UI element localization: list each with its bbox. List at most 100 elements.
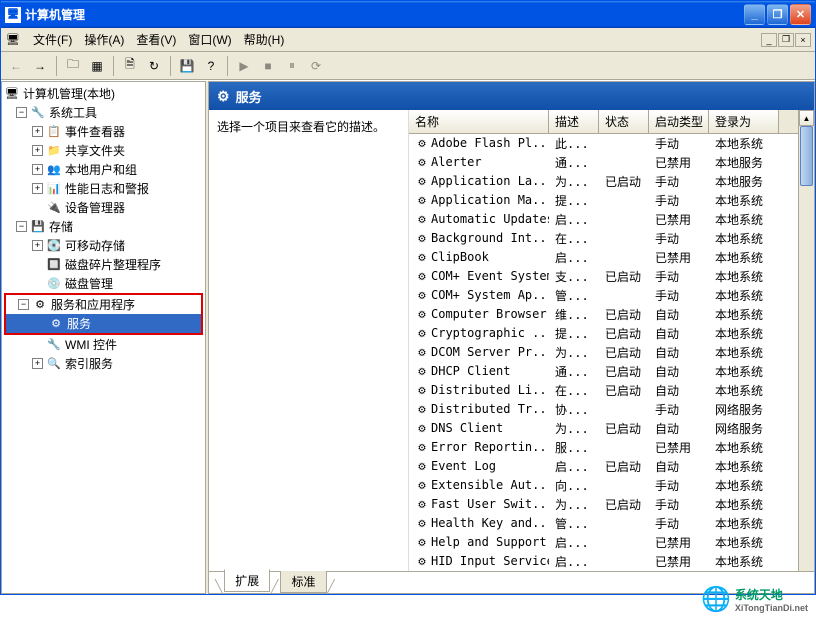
expand-icon[interactable]: + bbox=[32, 240, 43, 251]
service-row[interactable]: ⚙Fast User Swit...为...已启动手动本地系统 bbox=[409, 495, 798, 514]
service-row[interactable]: ⚙Computer Browser维...已启动自动本地系统 bbox=[409, 305, 798, 324]
scroll-up-button[interactable]: ▲ bbox=[799, 110, 814, 126]
col-logon[interactable]: 登录为 bbox=[709, 110, 779, 133]
menu-help[interactable]: 帮助(H) bbox=[238, 29, 291, 50]
tree-perf-logs[interactable]: + 📊 性能日志和警报 bbox=[4, 179, 203, 198]
minimize-button[interactable]: _ bbox=[744, 4, 765, 25]
back-button[interactable]: ← bbox=[5, 55, 27, 77]
tree-services[interactable]: ⚙ 服务 bbox=[6, 314, 201, 333]
event-icon: 📋 bbox=[46, 124, 62, 140]
mdi-minimize-button[interactable]: _ bbox=[761, 33, 777, 47]
gear-icon: ⚙ bbox=[415, 460, 429, 474]
tab-standard[interactable]: 标准 bbox=[280, 571, 326, 593]
tree-event-viewer[interactable]: + 📋 事件查看器 bbox=[4, 122, 203, 141]
up-button[interactable]: 🗀 bbox=[62, 55, 84, 77]
service-row[interactable]: ⚙Help and Support启...已禁用本地系统 bbox=[409, 533, 798, 552]
content-area: 🖥 计算机管理(本地) − 🔧 系统工具 + 📋 事件查看器 + 📁 共享文件夹… bbox=[1, 80, 815, 594]
mdi-restore-button[interactable]: ❐ bbox=[778, 33, 794, 47]
window-title: 计算机管理 bbox=[25, 6, 744, 23]
tree-storage[interactable]: − 💾 存储 bbox=[4, 217, 203, 236]
col-name[interactable]: 名称 bbox=[409, 110, 549, 133]
menu-file[interactable]: 文件(F) bbox=[27, 29, 78, 50]
menu-view[interactable]: 查看(V) bbox=[130, 29, 182, 50]
tree-device-mgr[interactable]: 🔌 设备管理器 bbox=[4, 198, 203, 217]
scroll-track[interactable] bbox=[799, 126, 814, 571]
device-icon: 🔌 bbox=[46, 200, 62, 216]
vertical-scrollbar[interactable]: ▲ ▼ bbox=[798, 110, 814, 571]
tree-root[interactable]: 🖥 计算机管理(本地) bbox=[4, 84, 203, 103]
service-row[interactable]: ⚙Extensible Aut...向...手动本地系统 bbox=[409, 476, 798, 495]
service-row[interactable]: ⚙Alerter通...已禁用本地服务 bbox=[409, 153, 798, 172]
tree-removable[interactable]: + 💽 可移动存储 bbox=[4, 236, 203, 255]
service-row[interactable]: ⚙Automatic Updates启...已禁用本地系统 bbox=[409, 210, 798, 229]
highlighted-region: − ⚙ 服务和应用程序 ⚙ 服务 bbox=[4, 293, 203, 335]
tree-defrag[interactable]: 🔲 磁盘碎片整理程序 bbox=[4, 255, 203, 274]
tree-services-apps[interactable]: − ⚙ 服务和应用程序 bbox=[6, 295, 201, 314]
pause-service-button[interactable]: ⏸ bbox=[281, 55, 303, 77]
service-row[interactable]: ⚙DCOM Server Pr...为...已启动自动本地系统 bbox=[409, 343, 798, 362]
service-row[interactable]: ⚙Distributed Tr...协...手动网络服务 bbox=[409, 400, 798, 419]
forward-button[interactable]: → bbox=[29, 55, 51, 77]
tab-extended[interactable]: 扩展 bbox=[224, 569, 270, 592]
help-button[interactable]: ? bbox=[200, 55, 222, 77]
service-row[interactable]: ⚙Distributed Li...在...已启动自动本地系统 bbox=[409, 381, 798, 400]
col-startup[interactable]: 启动类型 bbox=[649, 110, 709, 133]
tree-disk-mgmt[interactable]: 💿 磁盘管理 bbox=[4, 274, 203, 293]
close-button[interactable]: ✕ bbox=[790, 4, 811, 25]
tree-shared-folders[interactable]: + 📁 共享文件夹 bbox=[4, 141, 203, 160]
service-row[interactable]: ⚙COM+ Event System支...已启动手动本地系统 bbox=[409, 267, 798, 286]
tree-wmi[interactable]: 🔧 WMI 控件 bbox=[4, 335, 203, 354]
service-row[interactable]: ⚙DHCP Client通...已启动自动本地系统 bbox=[409, 362, 798, 381]
tree-indexing[interactable]: + 🔍 索引服务 bbox=[4, 354, 203, 373]
service-row[interactable]: ⚙Application Ma...提...手动本地系统 bbox=[409, 191, 798, 210]
titlebar[interactable]: 🖥 计算机管理 _ ❐ ✕ bbox=[1, 1, 815, 28]
col-status[interactable]: 状态 bbox=[599, 110, 649, 133]
service-row[interactable]: ⚙ClipBook启...已禁用本地系统 bbox=[409, 248, 798, 267]
service-row[interactable]: ⚙Adobe Flash Pl...此...手动本地系统 bbox=[409, 134, 798, 153]
collapse-icon[interactable]: − bbox=[18, 299, 29, 310]
service-row[interactable]: ⚙Cryptographic ...提...已启动自动本地系统 bbox=[409, 324, 798, 343]
details-header: ⚙ 服务 bbox=[209, 82, 814, 110]
stop-service-button[interactable]: ■ bbox=[257, 55, 279, 77]
mdi-close-button[interactable]: × bbox=[795, 33, 811, 47]
expand-icon[interactable]: + bbox=[32, 183, 43, 194]
description-panel: 选择一个项目来查看它的描述。 bbox=[209, 110, 409, 571]
service-row[interactable]: ⚙Application La...为...已启动手动本地服务 bbox=[409, 172, 798, 191]
service-row[interactable]: ⚙COM+ System Ap...管...手动本地系统 bbox=[409, 286, 798, 305]
col-desc[interactable]: 描述 bbox=[549, 110, 599, 133]
scroll-thumb[interactable] bbox=[800, 126, 813, 186]
show-hide-button[interactable]: ▦ bbox=[86, 55, 108, 77]
tree-pane[interactable]: 🖥 计算机管理(本地) − 🔧 系统工具 + 📋 事件查看器 + 📁 共享文件夹… bbox=[1, 81, 205, 594]
gear-icon: ⚙ bbox=[415, 422, 429, 436]
tree-local-users[interactable]: + 👥 本地用户和组 bbox=[4, 160, 203, 179]
properties-button[interactable]: 🗎 bbox=[119, 55, 141, 77]
service-row[interactable]: ⚙DNS Client为...已启动自动网络服务 bbox=[409, 419, 798, 438]
restart-service-button[interactable]: ⟳ bbox=[305, 55, 327, 77]
gear-icon: ⚙ bbox=[48, 316, 64, 332]
app-icon: 🖥 bbox=[5, 7, 21, 23]
collapse-icon[interactable]: − bbox=[16, 221, 27, 232]
menu-action[interactable]: 操作(A) bbox=[78, 29, 130, 50]
export-button[interactable]: 💾 bbox=[176, 55, 198, 77]
expand-icon[interactable]: + bbox=[32, 358, 43, 369]
service-row[interactable]: ⚙HID Input Service启...已禁用本地系统 bbox=[409, 552, 798, 571]
list-header: 名称 描述 状态 启动类型 登录为 bbox=[409, 110, 798, 134]
expand-icon[interactable]: + bbox=[32, 126, 43, 137]
menu-window[interactable]: 窗口(W) bbox=[182, 29, 237, 50]
service-row[interactable]: ⚙Health Key and...管...手动本地系统 bbox=[409, 514, 798, 533]
service-row[interactable]: ⚙Error Reportin...服...已禁用本地系统 bbox=[409, 438, 798, 457]
index-icon: 🔍 bbox=[46, 356, 62, 372]
service-row[interactable]: ⚙Background Int...在...手动本地系统 bbox=[409, 229, 798, 248]
gear-icon: ⚙ bbox=[415, 384, 429, 398]
description-prompt: 选择一个项目来查看它的描述。 bbox=[217, 118, 400, 135]
service-row[interactable]: ⚙Event Log启...已启动自动本地系统 bbox=[409, 457, 798, 476]
collapse-icon[interactable]: − bbox=[16, 107, 27, 118]
expand-icon[interactable]: + bbox=[32, 164, 43, 175]
removable-icon: 💽 bbox=[46, 238, 62, 254]
tree-system-tools[interactable]: − 🔧 系统工具 bbox=[4, 103, 203, 122]
refresh-button[interactable]: ↻ bbox=[143, 55, 165, 77]
start-service-button[interactable]: ▶ bbox=[233, 55, 255, 77]
expand-icon[interactable]: + bbox=[32, 145, 43, 156]
maximize-button[interactable]: ❐ bbox=[767, 4, 788, 25]
services-list[interactable]: 名称 描述 状态 启动类型 登录为 ⚙Adobe Flash Pl...此...… bbox=[409, 110, 814, 571]
